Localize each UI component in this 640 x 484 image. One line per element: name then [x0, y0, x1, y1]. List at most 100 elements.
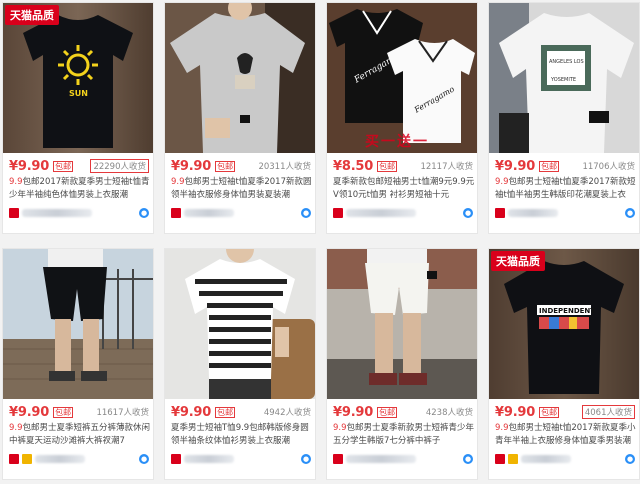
product-card[interactable]: INDEPENDENT 天猫品质 ¥9.90 包邮 4061人收货 9.9包邮男… — [488, 248, 640, 480]
shop-icon[interactable] — [9, 208, 19, 218]
product-card[interactable]: ¥9.90 包邮 11617人收货 9.9包邮男士夏季短裤五分裤薄款休闲中裤夏天… — [2, 248, 154, 480]
product-title[interactable]: 9.9包邮男士短袖t恤2017新款夏季小青年半袖上衣服修身体恤夏季男装潮 — [495, 422, 637, 448]
title-highlight: 9.9 — [9, 177, 23, 187]
shop-icon[interactable] — [333, 208, 343, 218]
shop-icon[interactable] — [333, 454, 343, 464]
product-image[interactable]: INDEPENDENT — [489, 249, 639, 399]
sales-count: 4061人收货 — [581, 405, 635, 419]
shop-name-blurred — [35, 455, 85, 463]
title-text: 包邮男士夏季新款男士短裤青少年五分学生韩版7七分裤中裤子 — [333, 423, 475, 446]
shop-icon[interactable] — [495, 454, 505, 464]
product-card[interactable]: SUN 天猫品质 ¥9.90 包邮 22290人收货 9.9包邮2017新款夏季… — [2, 2, 154, 234]
shop-icon[interactable] — [171, 208, 181, 218]
shop-row: ● — [495, 206, 635, 220]
gold-seller-icon[interactable] — [508, 454, 518, 464]
product-image[interactable]: SUN — [3, 3, 153, 153]
product-card[interactable]: Ferragamo Ferragamo 买一送一 ¥8.50 包邮 12117人… — [326, 2, 478, 234]
title-highlight: 9.9 — [333, 423, 347, 433]
title-highlight: 9.9 — [171, 177, 185, 187]
title-text: 包邮男士夏季短裤五分裤薄款休闲中裤夏天运动沙滩裤大裤衩潮7 — [9, 423, 151, 446]
product-card[interactable]: ANGELES LOS YOSEMITE ¥9.90 包邮 11706人收货 9… — [488, 2, 640, 234]
free-shipping-tag: 包邮 — [215, 406, 236, 418]
product-grid: SUN 天猫品质 ¥9.90 包邮 22290人收货 9.9包邮2017新款夏季… — [0, 0, 640, 484]
free-shipping-tag: 包邮 — [377, 160, 398, 172]
wangwang-chat-icon[interactable]: ● — [139, 454, 149, 464]
shop-icon[interactable] — [495, 208, 505, 218]
shop-icon[interactable] — [171, 454, 181, 464]
tmall-quality-badge: 天猫品质 — [491, 251, 545, 271]
sales-count: 22290人收货 — [90, 159, 149, 173]
product-card[interactable]: ¥9.90 包邮 20311人收货 9.9包邮男士短袖t恤夏季2017新款圆领半… — [164, 2, 316, 234]
shop-name-blurred — [184, 209, 234, 217]
title-text: 包邮2017新款夏季男士短袖t恤青少年半袖纯色体恤男装上衣服潮 — [9, 177, 150, 200]
title-text: 夏季男士短袖T恤9.9包邮韩版修身圆领半袖条纹体恤衫男装上衣服潮 — [171, 423, 309, 446]
shop-row: ● — [9, 452, 149, 466]
free-shipping-tag: 包邮 — [53, 160, 74, 172]
wangwang-chat-icon[interactable]: ● — [463, 208, 473, 218]
wangwang-chat-icon[interactable]: ● — [463, 454, 473, 464]
price: ¥9.90 — [333, 404, 374, 420]
svg-text:YOSEMITE: YOSEMITE — [550, 77, 576, 83]
price: ¥9.90 — [171, 158, 212, 174]
product-title[interactable]: 夏季男士短袖T恤9.9包邮韩版修身圆领半袖条纹体恤衫男装上衣服潮 — [171, 422, 313, 448]
product-image[interactable]: ANGELES LOS YOSEMITE — [489, 3, 639, 153]
price-row: ¥9.90 包邮 22290人收货 — [9, 158, 149, 174]
price-row: ¥8.50 包邮 12117人收货 — [333, 158, 473, 174]
shop-row: ● — [171, 452, 311, 466]
product-title[interactable]: 夏季新款包邮短袖男士t恤潮9元9.9元V领10元t恤男 衬衫男短袖十元 — [333, 176, 475, 202]
wangwang-chat-icon[interactable]: ● — [301, 208, 311, 218]
shop-name-blurred — [184, 455, 234, 463]
svg-text:ANGELES LOS: ANGELES LOS — [549, 59, 584, 65]
sales-count: 4238人收货 — [425, 408, 473, 418]
title-highlight: 9.9 — [495, 177, 509, 187]
svg-text:INDEPENDENT: INDEPENDENT — [539, 307, 595, 315]
price: ¥9.90 — [9, 404, 50, 420]
shop-name-blurred — [346, 209, 416, 217]
price-row: ¥9.90 包邮 11706人收货 — [495, 158, 635, 174]
tmall-quality-badge: 天猫品质 — [5, 5, 59, 25]
wangwang-chat-icon[interactable]: ● — [139, 208, 149, 218]
price: ¥8.50 — [333, 158, 374, 174]
product-image[interactable] — [327, 249, 477, 399]
shop-row: ● — [495, 452, 635, 466]
title-highlight: 9.9 — [9, 423, 23, 433]
free-shipping-tag: 包邮 — [539, 160, 560, 172]
price: ¥9.90 — [495, 158, 536, 174]
sales-count: 20311人收货 — [258, 162, 311, 172]
product-title[interactable]: 9.9包邮2017新款夏季男士短袖t恤青少年半袖纯色体恤男装上衣服潮 — [9, 176, 151, 202]
free-shipping-tag: 包邮 — [53, 406, 74, 418]
title-highlight: 9.9 — [495, 423, 509, 433]
gold-seller-icon[interactable] — [22, 454, 32, 464]
product-card[interactable]: ¥9.90 包邮 4942人收货 夏季男士短袖T恤9.9包邮韩版修身圆领半袖条纹… — [164, 248, 316, 480]
price-row: ¥9.90 包邮 11617人收货 — [9, 404, 149, 420]
free-shipping-tag: 包邮 — [539, 406, 560, 418]
product-image[interactable] — [3, 249, 153, 399]
wangwang-chat-icon[interactable]: ● — [301, 454, 311, 464]
product-image[interactable] — [165, 3, 315, 153]
wangwang-chat-icon[interactable]: ● — [625, 208, 635, 218]
sales-count: 4942人收货 — [263, 408, 311, 418]
product-card[interactable]: ¥9.90 包邮 4238人收货 9.9包邮男士夏季新款男士短裤青少年五分学生韩… — [326, 248, 478, 480]
shop-row: ● — [333, 452, 473, 466]
title-text: 包邮男士短袖t恤2017新款夏季小青年半袖上衣服修身体恤夏季男装潮 — [495, 423, 636, 446]
price-row: ¥9.90 包邮 4238人收货 — [333, 404, 473, 420]
product-title[interactable]: 9.9包邮男士短袖t恤夏季2017新款短袖t恤半袖男生韩版印花潮夏装上衣 — [495, 176, 637, 202]
price-row: ¥9.90 包邮 4061人收货 — [495, 404, 635, 420]
product-image[interactable] — [165, 249, 315, 399]
shop-name-blurred — [521, 455, 571, 463]
shop-row: ● — [333, 206, 473, 220]
title-text: 夏季新款包邮短袖男士t恤潮9元9.9元V领10元t恤男 衬衫男短袖十元 — [333, 177, 475, 200]
product-title[interactable]: 9.9包邮男士短袖t恤夏季2017新款圆领半袖衣服修身体恤男装夏装潮 — [171, 176, 313, 202]
sales-count: 12117人收货 — [420, 162, 473, 172]
product-title[interactable]: 9.9包邮男士夏季短裤五分裤薄款休闲中裤夏天运动沙滩裤大裤衩潮7 — [9, 422, 151, 448]
shop-name-blurred — [346, 455, 416, 463]
title-text: 包邮男士短袖t恤夏季2017新款圆领半袖衣服修身体恤男装夏装潮 — [171, 177, 312, 200]
product-title[interactable]: 9.9包邮男士夏季新款男士短裤青少年五分学生韩版7七分裤中裤子 — [333, 422, 475, 448]
price: ¥9.90 — [495, 404, 536, 420]
shop-row: ● — [171, 206, 311, 220]
promo-overlay: 买一送一 — [365, 134, 429, 150]
shop-icon[interactable] — [9, 454, 19, 464]
price: ¥9.90 — [9, 158, 50, 174]
wangwang-chat-icon[interactable]: ● — [625, 454, 635, 464]
shop-name-blurred — [22, 209, 92, 217]
